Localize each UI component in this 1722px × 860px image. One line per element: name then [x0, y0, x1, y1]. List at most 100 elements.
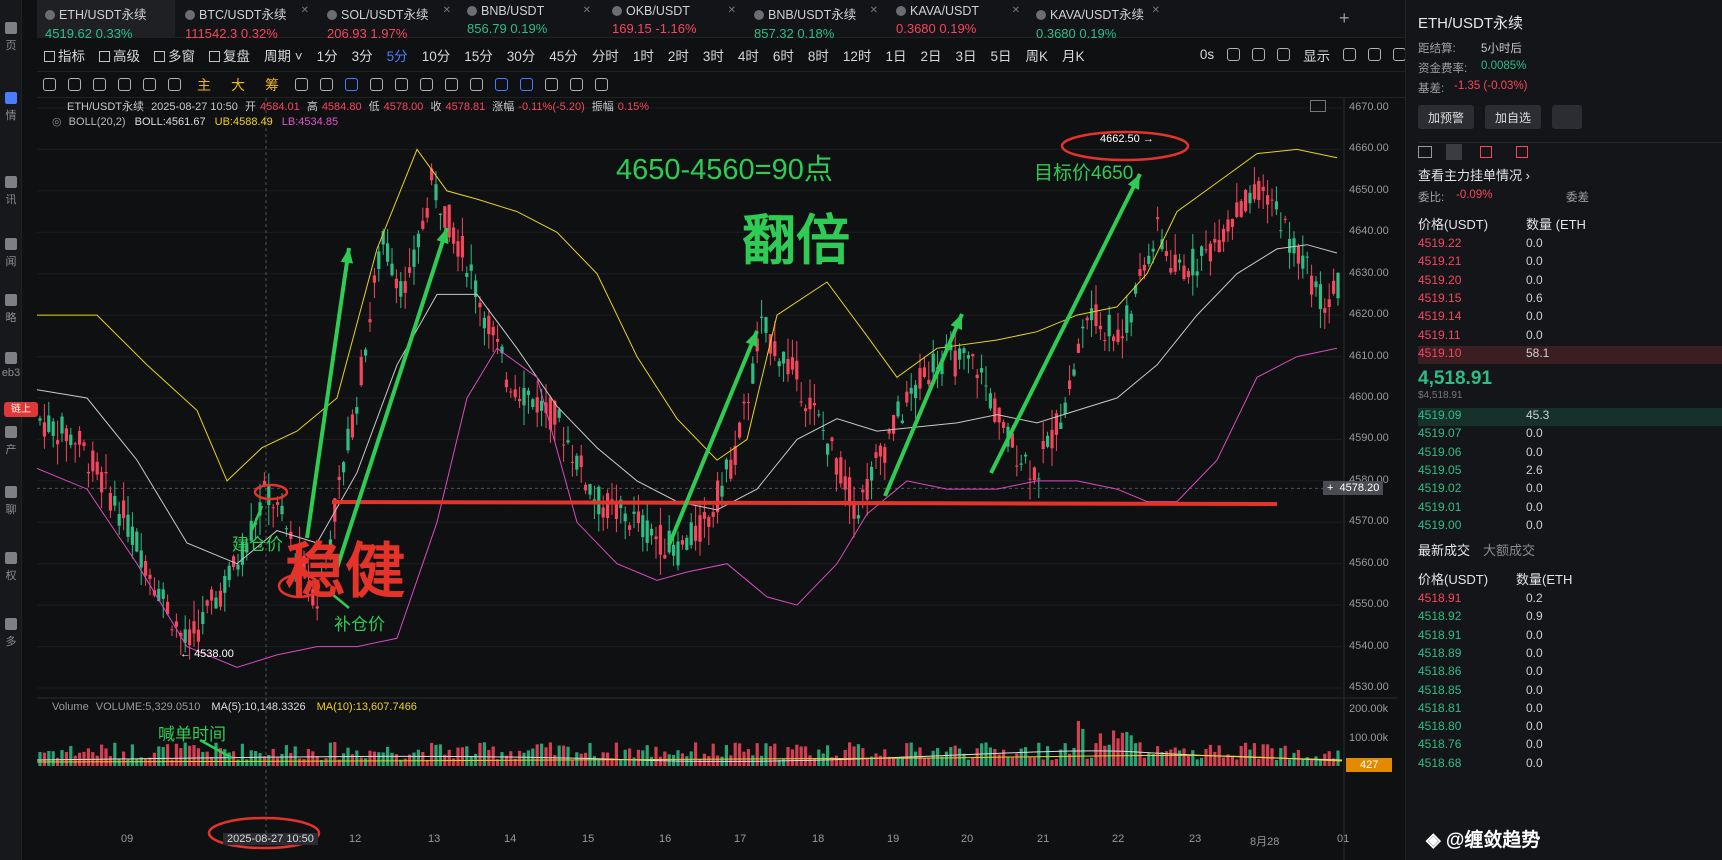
toolbar-item-19[interactable]: 12时: [836, 45, 879, 65]
toolbar-item-18[interactable]: 8时: [801, 45, 836, 65]
toolbar-item-15[interactable]: 3时: [696, 45, 731, 65]
ask-row[interactable]: 4519.21 0.0: [1418, 254, 1722, 272]
camera-icon[interactable]: [1227, 48, 1241, 61]
ask-row[interactable]: 4519.20 0.0: [1418, 273, 1722, 291]
toolbar-item-7[interactable]: 5分: [380, 45, 415, 65]
toolbar-item-16[interactable]: 4时: [731, 45, 766, 65]
sidebar-item-9[interactable]: 多: [0, 618, 22, 649]
edit-icon[interactable]: [470, 78, 483, 91]
add-alert-button[interactable]: 加预警: [1418, 105, 1475, 129]
ask-row[interactable]: 4519.11 0.0: [1418, 328, 1722, 346]
tab-3[interactable]: BNB/USDT 856.79 0.19% ✕: [459, 0, 595, 38]
pencil-icon[interactable]: [1252, 48, 1266, 61]
text-tool-icon[interactable]: [143, 78, 156, 91]
close-tab-icon[interactable]: ✕: [728, 5, 736, 16]
book-link[interactable]: 查看主力挂单情况 ›: [1418, 165, 1530, 184]
ask-row[interactable]: 4519.22 0.0: [1418, 236, 1722, 254]
tab-latest-trades[interactable]: 最新成交: [1418, 540, 1470, 559]
sidebar-item-0[interactable]: 页: [0, 22, 22, 53]
line-tool-icon[interactable]: [43, 78, 56, 91]
toolbar-item-5[interactable]: 1分: [310, 45, 345, 65]
measure-icon[interactable]: [420, 78, 433, 91]
add-favorite-button[interactable]: 加自选: [1485, 105, 1542, 129]
ray-tool-icon[interactable]: [118, 78, 131, 91]
book-mode-icon[interactable]: [1418, 146, 1432, 158]
bid-row[interactable]: 4519.09 45.3: [1418, 408, 1722, 426]
close-tab-icon[interactable]: ✕: [870, 5, 878, 16]
toolbar-item-8[interactable]: 10分: [415, 45, 458, 65]
toolbar-right-0[interactable]: 0s: [1193, 47, 1221, 62]
add-tab-button[interactable]: +: [1339, 8, 1350, 29]
tool-chips[interactable]: 筹: [255, 75, 289, 95]
visibility-icon[interactable]: [495, 78, 508, 91]
tab-1[interactable]: BTC/USDT永续 111542.3 0.32% ✕: [177, 0, 313, 41]
toolbar-item-2[interactable]: 多窗: [147, 45, 202, 65]
hline-tool-icon[interactable]: [68, 78, 81, 91]
pen-icon[interactable]: [370, 78, 383, 91]
magnet-icon[interactable]: [345, 78, 358, 91]
chart-canvas[interactable]: [37, 98, 1397, 860]
close-tab-icon[interactable]: ✕: [1012, 5, 1020, 16]
toolbar-right-1[interactable]: 显示: [1296, 45, 1337, 65]
bid-row[interactable]: 4519.06 0.0: [1418, 445, 1722, 463]
sidebar-item-8[interactable]: 权: [0, 552, 22, 583]
tab-6[interactable]: KAVA/USDT 0.3680 0.19% ✕: [888, 0, 1024, 38]
sidebar-item-3[interactable]: 闻: [0, 238, 22, 269]
tab-4[interactable]: OKB/USDT 169.15 -1.16% ✕: [604, 0, 740, 38]
kline-chart[interactable]: ETH/USDT永续 2025-08-27 10:50 开 4584.01 高 45…: [37, 98, 1397, 860]
bid-row[interactable]: 4519.01 0.0: [1418, 500, 1722, 518]
book-both-icon[interactable]: [1446, 144, 1462, 160]
tab-2[interactable]: SOL/USDT永续 206.93 1.97% ✕: [319, 0, 455, 41]
toolbar-item-0[interactable]: 指标: [37, 45, 92, 65]
ask-row[interactable]: 4519.14 0.0: [1418, 309, 1722, 327]
toolbar-item-11[interactable]: 45分: [542, 45, 585, 65]
ask-row[interactable]: 4519.10 58.1: [1418, 345, 1722, 364]
toolbar-item-9[interactable]: 15分: [457, 45, 500, 65]
sidebar-item-5[interactable]: eb3: [0, 352, 22, 379]
toolbar-item-21[interactable]: 2日: [913, 45, 948, 65]
tab-0[interactable]: ETH/USDT永续 4519.62 0.33%: [37, 0, 175, 41]
toolbar-item-17[interactable]: 6时: [766, 45, 801, 65]
book-bid-icon[interactable]: [1516, 146, 1528, 158]
trash-icon[interactable]: [545, 78, 558, 91]
tool-main[interactable]: 主: [187, 75, 221, 95]
bid-row[interactable]: 4519.07 0.0: [1418, 426, 1722, 444]
sidebar-item-4[interactable]: 略: [0, 294, 22, 325]
toolbar-item-23[interactable]: 5日: [983, 45, 1018, 65]
close-tab-icon[interactable]: ✕: [443, 5, 451, 16]
sidebar-item-7[interactable]: 聊: [0, 486, 22, 517]
boll-eye-icon[interactable]: ◎: [52, 116, 62, 128]
ask-row[interactable]: 4519.15 0.6: [1418, 291, 1722, 309]
layout-icon[interactable]: [1277, 48, 1291, 61]
tab-7[interactable]: KAVA/USDT永续 0.3680 0.19% ✕: [1028, 0, 1164, 41]
toolbar-item-24[interactable]: 周K: [1019, 45, 1056, 65]
fullscreen-icon[interactable]: [1310, 100, 1326, 112]
toolbar-item-6[interactable]: 3分: [345, 45, 380, 65]
sidebar-item-1[interactable]: 情: [0, 92, 22, 123]
compare-icon[interactable]: [295, 78, 308, 91]
more-button[interactable]: [1552, 105, 1582, 129]
lock-icon[interactable]: [445, 78, 458, 91]
tool-big[interactable]: 大: [221, 75, 255, 95]
toolbar-item-22[interactable]: 3日: [948, 45, 983, 65]
close-tab-icon[interactable]: ✕: [1152, 5, 1160, 16]
channel-tool-icon[interactable]: [93, 78, 106, 91]
bid-row[interactable]: 4519.05 2.6: [1418, 463, 1722, 481]
toolbar-item-13[interactable]: 1时: [626, 45, 661, 65]
toolbar-item-25[interactable]: 月K: [1055, 45, 1092, 65]
fullscreen-icon[interactable]: [1368, 48, 1382, 61]
settings-tool-icon[interactable]: [320, 78, 333, 91]
tab-large-trades[interactable]: 大额成交: [1483, 540, 1535, 559]
close-tab-icon[interactable]: ✕: [583, 5, 591, 16]
brush-icon[interactable]: [395, 78, 408, 91]
more-tools-icon[interactable]: [168, 78, 181, 91]
close-tab-icon[interactable]: ✕: [301, 5, 309, 16]
toolbar-item-4[interactable]: 周期 ˅: [257, 45, 310, 65]
filter-icon[interactable]: [520, 78, 533, 91]
toolbar-item-12[interactable]: 分时: [585, 45, 626, 65]
toolbar-item-3[interactable]: 复盘: [202, 45, 257, 65]
sidebar-item-6[interactable]: 产: [0, 426, 22, 457]
tab-5[interactable]: BNB/USDT永续 857.32 0.18% ✕: [746, 0, 882, 41]
toolbar-item-10[interactable]: 30分: [500, 45, 543, 65]
gear-icon[interactable]: [1343, 48, 1357, 61]
